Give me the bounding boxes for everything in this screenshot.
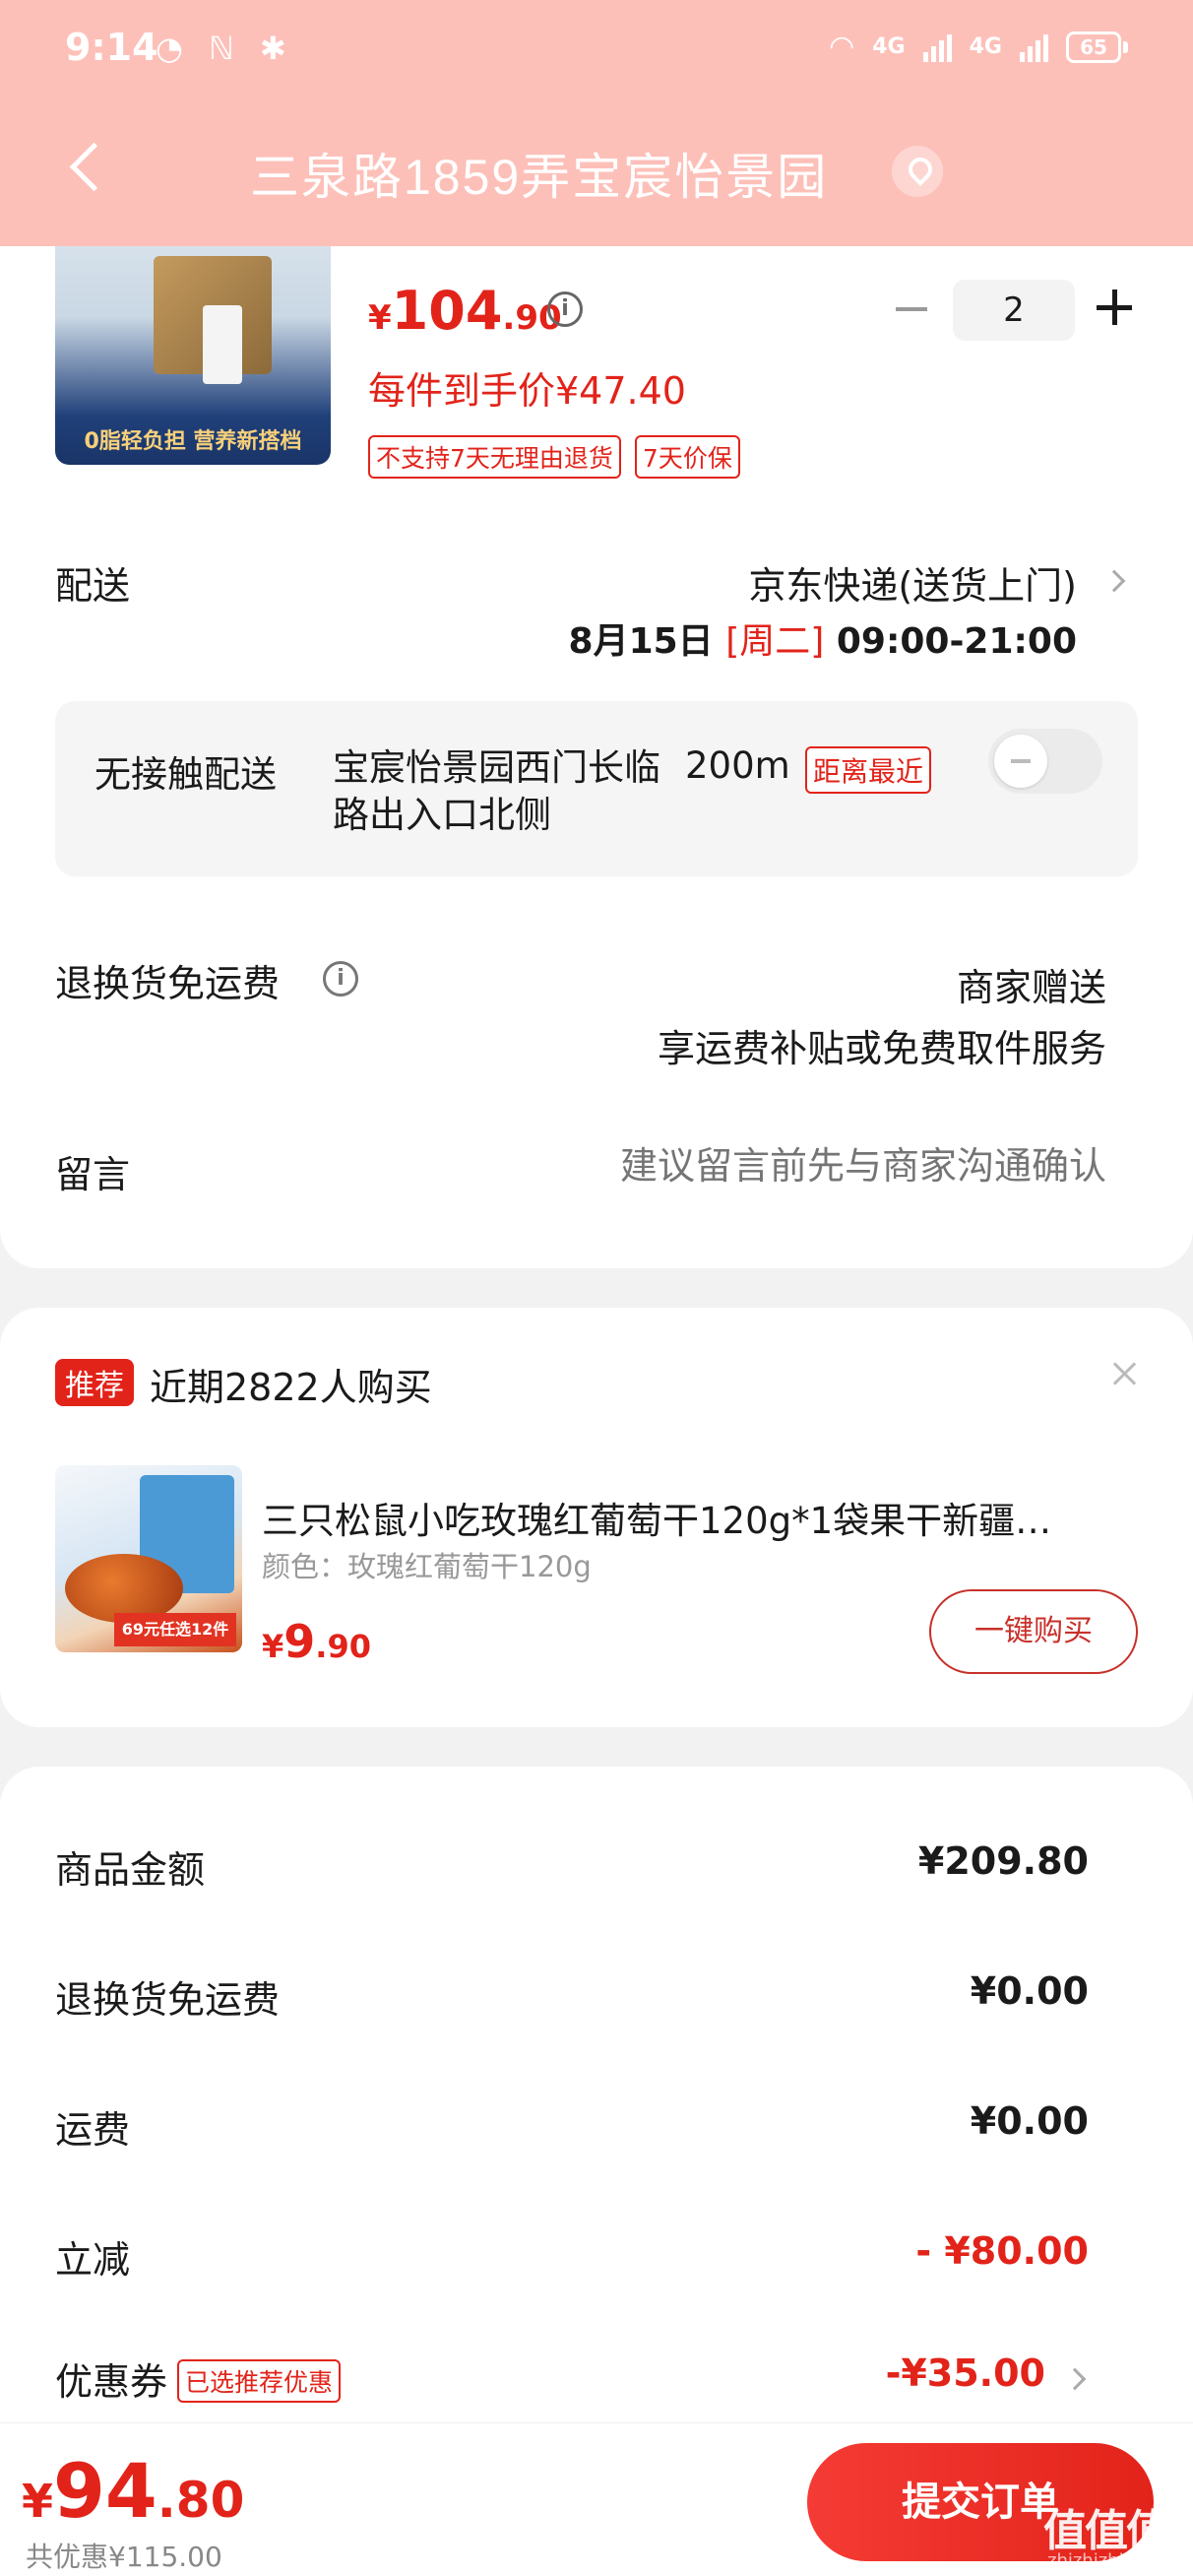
summary-row-return-shipping: 退换货免运费 ¥0.00 <box>55 1969 1089 2029</box>
summary-row-goods: 商品金额 ¥209.80 <box>55 1839 1089 1899</box>
back-icon[interactable] <box>65 140 108 199</box>
delivery-time[interactable]: 8月15日 [周二] 09:00-21:00 <box>569 612 1077 664</box>
no-return-tag: 不支持7天无理由退货 <box>368 435 621 479</box>
delivery-method[interactable]: 京东快递(送货上门) <box>748 555 1077 610</box>
contactless-pickup-point: 宝宸怡景园西门长临路出入口北侧 <box>333 746 660 836</box>
summary-row-coupon[interactable]: 优惠券 已选推荐优惠 -¥35.00 <box>55 2351 1089 2411</box>
bottom-checkout-bar: ¥94.80 共优惠¥115.00 提交订单 <box>0 2422 1193 2576</box>
delivery-weekday: [周二] <box>725 621 825 662</box>
status-right-icons: ◠ 4G 4G 65 <box>829 30 1128 64</box>
total-integer: 94 <box>53 2447 157 2535</box>
delivery-time-window: 09:00-21:00 <box>836 621 1077 662</box>
signal-icon <box>922 32 952 62</box>
recommended-product-name[interactable]: 三只松鼠小吃玫瑰红葡萄干120g*1袋果干新疆… <box>262 1491 1128 1544</box>
contactless-distance: 200m <box>685 744 790 787</box>
promo-banner: 69元任选12件 5.75 <box>114 1613 236 1646</box>
address-title[interactable]: 三泉路1859弄宝宸怡景园 <box>250 138 828 209</box>
header-bar: 9:14 ◔ ℕ ✱ ◠ 4G 4G 65 三泉路1859弄宝宸怡景园 <box>0 0 1193 246</box>
contactless-toggle[interactable] <box>988 729 1102 794</box>
recommended-product-image[interactable]: 69元任选12件 5.75 <box>55 1465 242 1652</box>
product-price: ¥104.90 <box>368 280 562 342</box>
summary-label: 商品金额 <box>55 1848 206 1892</box>
per-item-price: 每件到手价¥47.40 <box>368 369 686 413</box>
summary-label: 退换货免运费 <box>55 1978 281 2022</box>
recommend-badge: 推荐 <box>55 1359 134 1406</box>
contactless-delivery-box: 无接触配送 宝宸怡景园西门长临路出入口北侧 200m 距离最近 <box>55 701 1138 876</box>
delivery-date: 8月15日 <box>568 621 714 662</box>
return-shipping-description: 享运费补贴或免费取件服务 <box>657 1027 1106 1070</box>
remark-label: 留言 <box>55 1153 131 1196</box>
delivery-label: 配送 <box>55 564 131 608</box>
recommended-product-price: ¥9.90 <box>262 1615 371 1668</box>
status-icons: ◔ ℕ ✱ <box>156 30 294 67</box>
order-total: ¥94.80 <box>22 2447 244 2535</box>
signal-icon <box>1020 32 1048 62</box>
recommendation-title: 近期2822人购买 <box>150 1366 432 1409</box>
watermark-site: zhizhizhi.com <box>1047 2550 1167 2571</box>
rec-price-integer: 9 <box>283 1615 316 1668</box>
remark-input[interactable] <box>516 1144 1106 1188</box>
price-info-icon[interactable]: i <box>547 291 583 327</box>
rec-price-decimal: .90 <box>315 1628 371 1665</box>
return-shipping-gift: 商家赠送 <box>956 966 1106 1009</box>
battery-tip <box>1123 40 1128 53</box>
price-protect-tag: 7天价保 <box>634 435 740 479</box>
status-time: 9:14 <box>65 26 158 69</box>
total-currency: ¥ <box>22 2475 54 2528</box>
return-shipping-label: 退换货免运费 <box>55 962 281 1005</box>
summary-value: - ¥80.00 <box>915 2229 1089 2273</box>
status-bar: 9:14 ◔ ℕ ✱ ◠ 4G 4G 65 <box>0 0 1193 98</box>
rec-price-currency: ¥ <box>262 1628 284 1665</box>
product-carton-graphic <box>203 305 242 384</box>
nearest-tag: 距离最近 <box>805 746 932 794</box>
contactless-label: 无接触配送 <box>94 753 277 796</box>
coupon-label: 优惠券 <box>55 2360 168 2404</box>
summary-value: ¥0.00 <box>970 2099 1089 2143</box>
close-icon[interactable] <box>1110 1359 1140 1388</box>
price-currency: ¥ <box>368 298 392 338</box>
network-type-2: 4G <box>969 34 1002 59</box>
total-decimal: .80 <box>157 2472 245 2529</box>
delivery-chevron-icon[interactable] <box>1102 569 1126 593</box>
summary-label: 优惠券 已选推荐优惠 <box>55 2351 342 2407</box>
recommended-product-spec: 颜色：玫瑰红葡萄干120g <box>262 1550 592 1583</box>
battery-icon: 65 <box>1066 31 1121 63</box>
total-discount: 共优惠¥115.00 <box>26 2541 222 2573</box>
quantity-decrease-button[interactable] <box>894 291 929 327</box>
summary-row-shipping: 运费 ¥0.00 <box>55 2099 1089 2158</box>
watermark-logo: 值值值 <box>1043 2506 1169 2556</box>
summary-value: -¥35.00 <box>885 2351 1045 2395</box>
product-image-banner: 0脂轻负担 营养新搭档 <box>84 429 302 454</box>
coupon-chevron-icon[interactable] <box>1063 2367 1087 2391</box>
price-integer: 104 <box>391 280 503 342</box>
summary-value: ¥0.00 <box>970 1969 1089 2013</box>
return-shipping-info-icon[interactable]: i <box>323 961 358 997</box>
wifi-icon: ◠ <box>829 30 855 64</box>
one-click-buy-button[interactable]: 一键购买 <box>929 1589 1138 1674</box>
coupon-selected-tag: 已选推荐优惠 <box>177 2358 342 2403</box>
summary-row-instant-discount: 立减 - ¥80.00 <box>55 2229 1089 2288</box>
quantity-value[interactable]: 2 <box>953 280 1075 341</box>
location-pin-icon[interactable] <box>892 146 943 197</box>
quantity-increase-button[interactable] <box>1097 290 1132 325</box>
summary-label: 立减 <box>55 2238 131 2282</box>
product-tags: 不支持7天无理由退货 7天价保 <box>368 435 740 479</box>
network-type-1: 4G <box>872 34 906 59</box>
summary-value: ¥209.80 <box>917 1839 1089 1883</box>
summary-label: 运费 <box>55 2108 131 2152</box>
